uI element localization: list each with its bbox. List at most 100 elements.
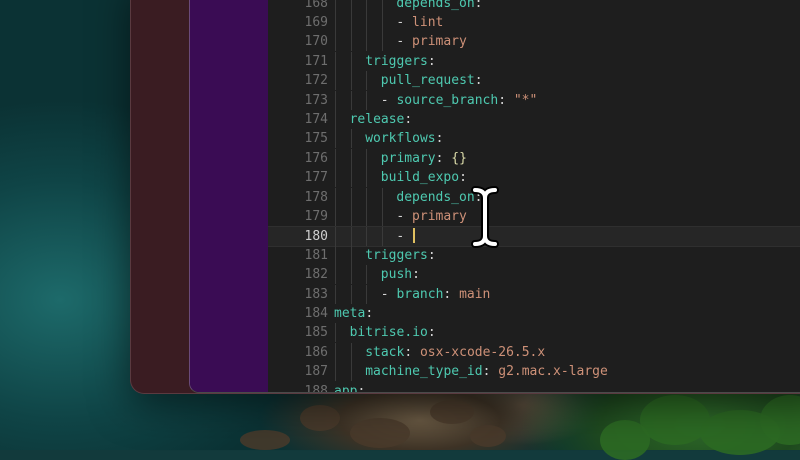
indent-guide [350,342,352,362]
code-line[interactable]: 174 release: [268,109,800,129]
code-line[interactable]: 178 depends_on: [268,187,800,207]
code-line[interactable]: 173 - source_branch: "*" [268,90,800,110]
indent-guide [350,168,352,188]
code-text[interactable]: - primary [396,32,466,51]
line-number: 181 [304,247,328,263]
code-line[interactable]: 188 app: [268,382,800,393]
code-line[interactable]: 177 build_expo: [268,168,800,188]
line-number: 188 [304,383,328,393]
code-token: : [459,170,467,186]
code-line[interactable]: 168 depends_on: [268,0,800,13]
indent-guide [350,284,352,304]
indent-guide [350,90,352,110]
code-text[interactable]: triggers: [365,246,435,265]
code-text[interactable]: pull_request: [381,71,483,90]
line-number: 183 [304,286,328,302]
code-line[interactable]: 171 triggers: [268,51,800,71]
code-token: triggers [365,53,428,69]
code-token: : [365,305,374,321]
code-token: osx-xcode-26.5.x [419,344,546,360]
indent-guide [350,32,352,52]
code-editor[interactable]: 168 depends_on: 169 - lint 170 - primary 171 tr… [268,0,800,392]
code-line-current[interactable]: 180 - [268,226,800,248]
line-number: 176 [304,150,328,166]
code-token: : [404,111,413,127]
code-line[interactable]: 175 workflows: [268,129,800,149]
code-text[interactable]: workflows: [365,129,443,148]
code-text[interactable]: release: [350,110,413,129]
code-text[interactable]: triggers: [365,52,435,71]
code-token: - [396,229,413,245]
code-token: primary [412,208,467,224]
code-text[interactable]: push: [381,265,420,284]
code-line[interactable]: 170 - primary [268,32,800,52]
indent-guide [350,148,352,168]
code-text[interactable]: stack: osx-xcode-26.5.x [365,343,545,362]
line-number: 174 [304,111,328,127]
line-number: 187 [304,364,328,380]
indent-guide [366,12,368,32]
indent-guide [366,32,368,52]
code-line[interactable]: 184 meta: [268,304,800,323]
line-number: 182 [304,267,328,283]
indent-guide [350,206,352,226]
code-text[interactable]: - [396,227,415,246]
line-number: 169 [304,14,328,30]
code-line[interactable]: 183 - branch: main [268,284,800,304]
line-number: 170 [304,34,328,50]
code-line[interactable]: 172 pull_request: [268,71,800,91]
indent-guide [366,206,368,226]
line-number: 177 [304,170,328,186]
code-line[interactable]: 182 push: [268,265,800,285]
code-token: "*" [513,92,538,108]
indent-guide [335,227,336,247]
indent-guide [350,265,352,285]
code-token: triggers [365,247,428,263]
editor-sidebar[interactable] [190,0,268,392]
indent-guide [350,12,352,32]
code-line[interactable]: 169 - lint [268,12,800,32]
indent-guide [366,148,368,168]
line-number: 175 [304,131,328,147]
code-token: - [396,208,413,224]
line-number: 171 [304,53,328,69]
indent-guide [335,265,336,285]
code-text[interactable]: - primary [396,207,466,226]
indent-guide [335,32,336,52]
indent-guide [366,187,368,207]
code-text[interactable]: depends_on: [396,188,482,207]
code-token: : [443,286,460,302]
line-number: 168 [304,0,328,11]
code-token: release [349,111,405,127]
code-text[interactable]: - source_branch: "*" [381,91,538,110]
code-text[interactable]: machine_type_id: g2.mac.x-large [365,362,608,381]
code-text[interactable]: meta: [334,304,373,323]
code-line[interactable]: 185 bitrise.io: [268,323,800,343]
indent-guide [381,32,383,52]
indent-guide [335,109,336,129]
code-token: : [474,73,483,89]
indent-guide [366,90,368,110]
code-text[interactable]: depends_on: [396,0,482,13]
code-line[interactable]: 179 - primary [268,206,800,226]
line-number: 184 [304,305,328,321]
indent-guide [335,90,336,110]
code-token: : [482,364,499,380]
indent-guide [335,148,336,168]
code-line[interactable]: 176 primary: {} [268,148,800,168]
code-text[interactable]: bitrise.io: [350,323,436,342]
code-text[interactable]: app: [334,382,365,393]
code-token: branch [396,286,444,302]
code-text[interactable]: - lint [396,13,443,32]
indent-guide [350,227,352,247]
code-line[interactable]: 187 machine_type_id: g2.mac.x-large [268,362,800,382]
line-number: 186 [304,344,328,360]
indent-guide [335,187,336,207]
code-text[interactable]: - branch: main [381,285,491,304]
code-line[interactable]: 181 triggers: [268,245,800,265]
code-line[interactable]: 186 stack: osx-xcode-26.5.x [268,342,800,362]
code-token: workflows [365,131,436,147]
line-number: 179 [304,208,328,224]
code-text[interactable]: primary: {} [381,149,467,168]
code-text[interactable]: build_expo: [381,168,467,187]
